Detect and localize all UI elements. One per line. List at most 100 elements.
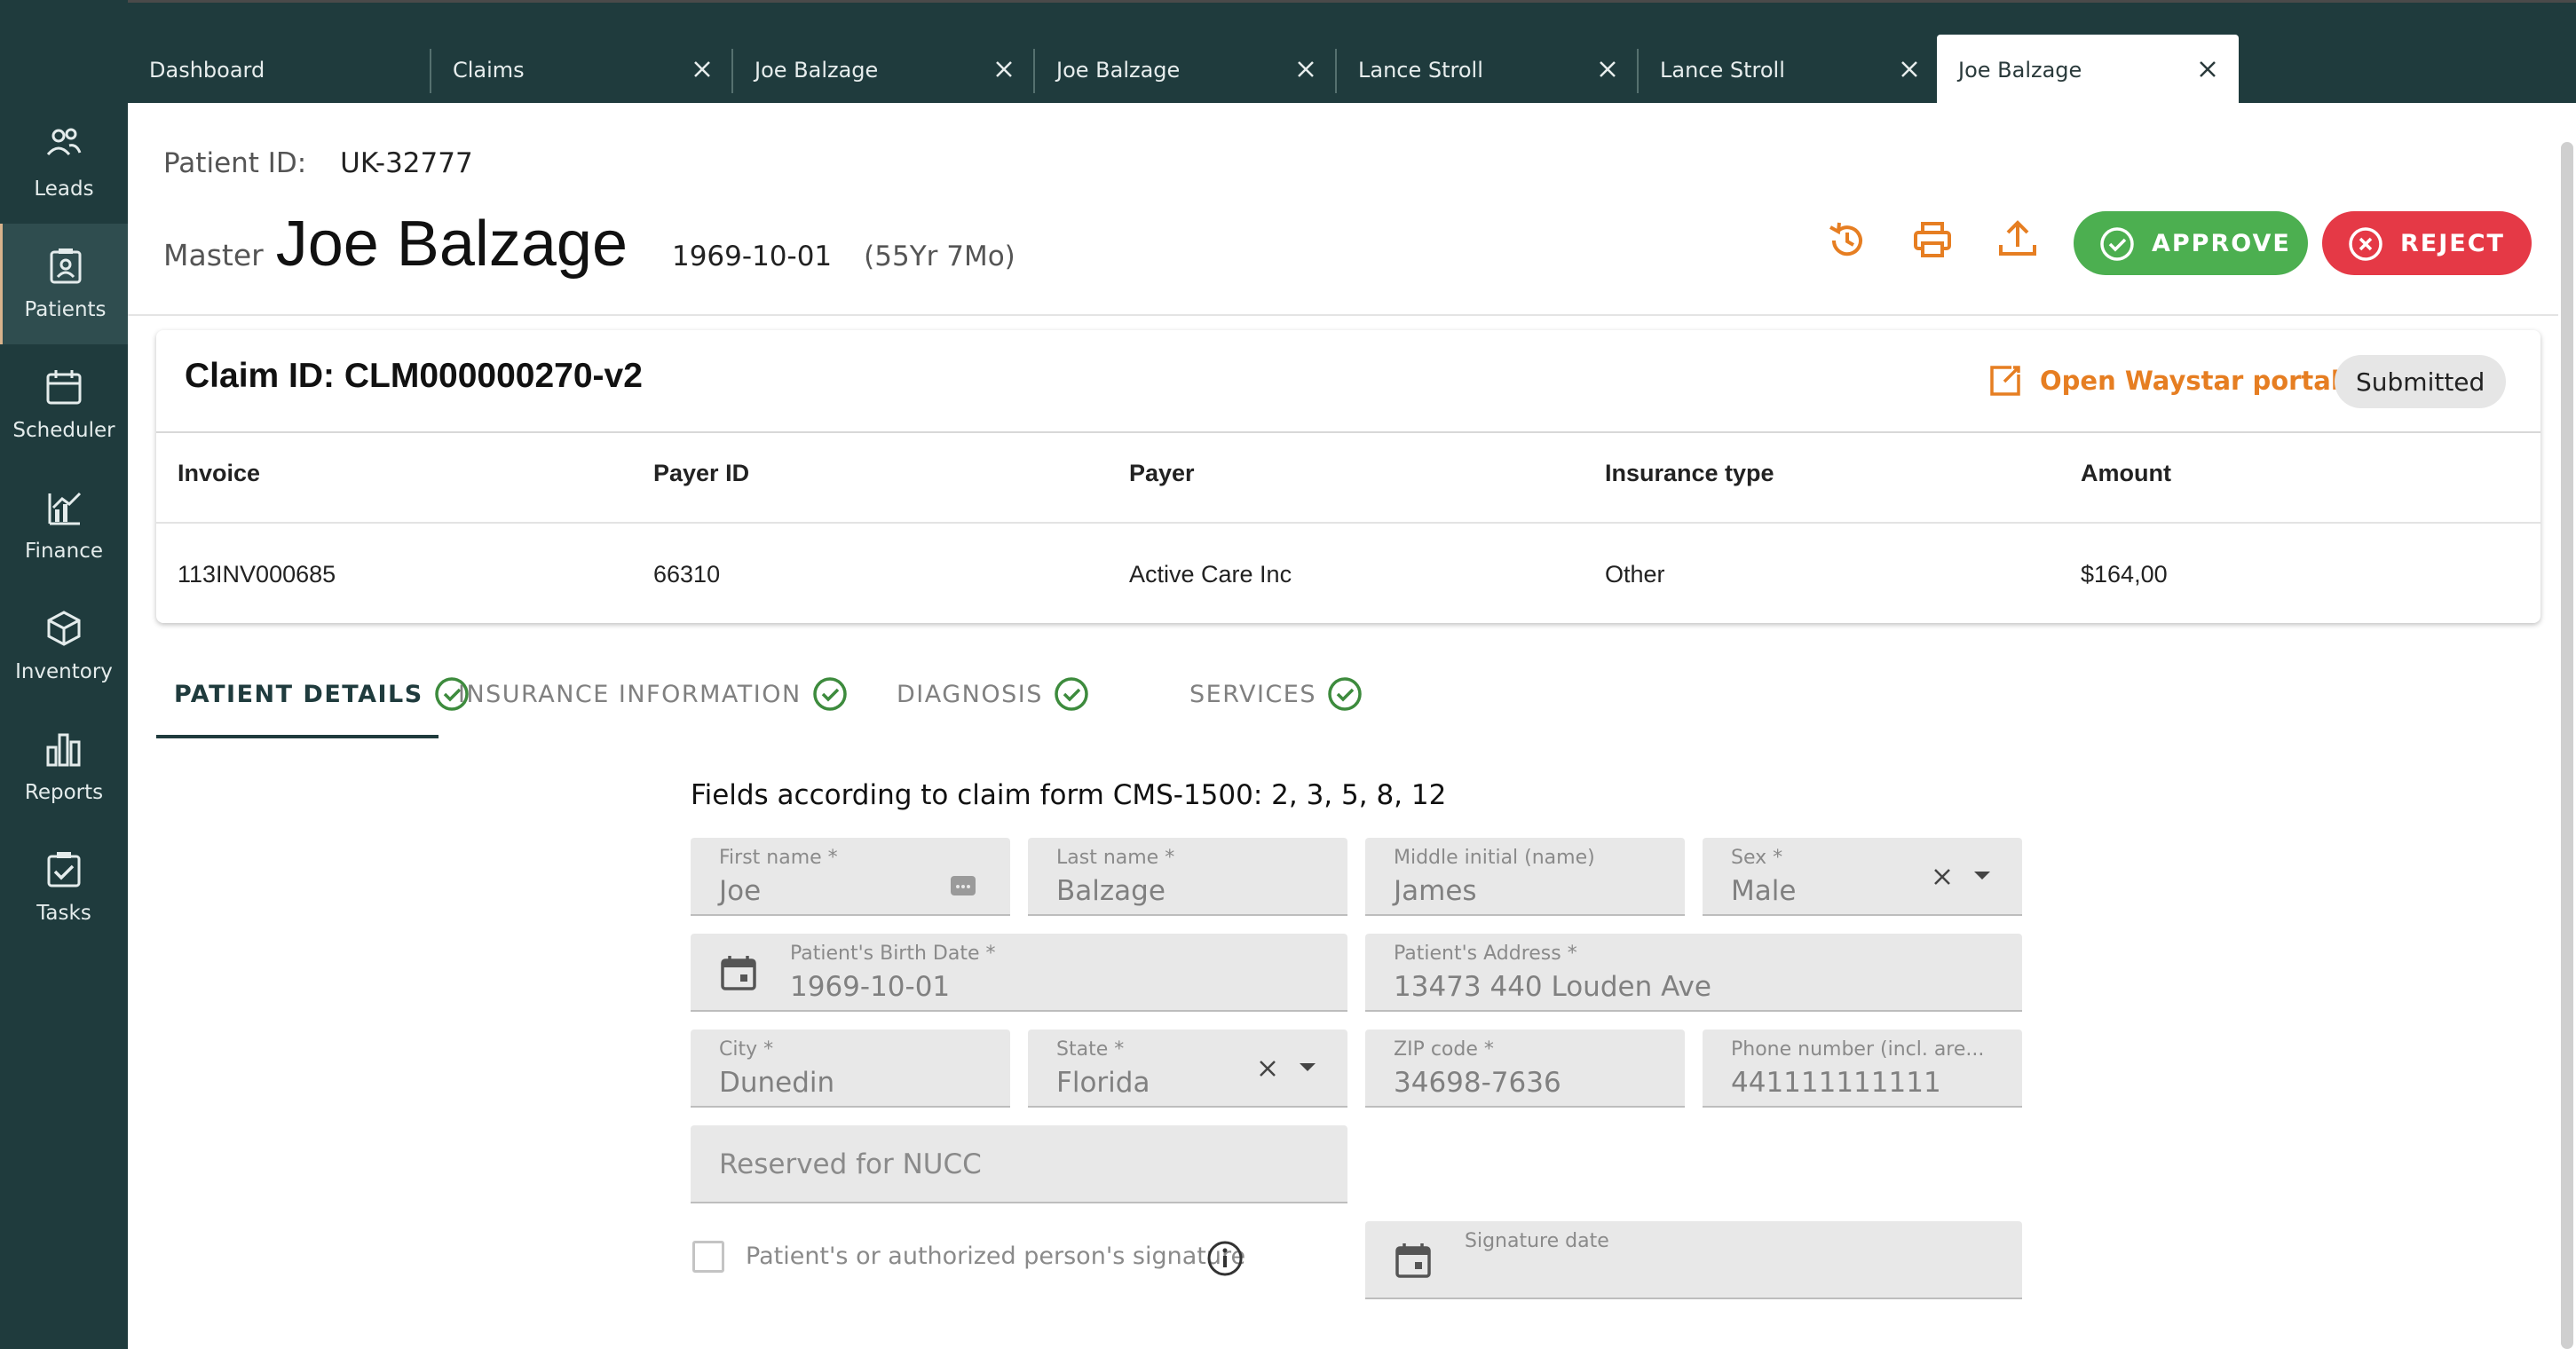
cancel-circle-icon [2349, 227, 2382, 261]
signature-checkbox[interactable] [692, 1241, 724, 1273]
upload-icon[interactable] [1995, 217, 2040, 261]
column-header-payer-id: Payer ID [653, 460, 750, 486]
approve-button[interactable]: APPROVE [2074, 211, 2308, 275]
close-icon[interactable] [991, 56, 1017, 83]
city-field[interactable]: City * Dunedin [691, 1030, 1010, 1108]
info-icon[interactable] [1205, 1239, 1245, 1278]
scrollbar-thumb[interactable] [2561, 142, 2573, 1349]
approve-label: APPROVE [2152, 229, 2291, 257]
birth-date-label: Patient's Birth Date * [790, 943, 996, 965]
print-icon[interactable] [1910, 218, 1955, 263]
tab-label: Claims [453, 58, 525, 83]
scrollbar-track[interactable] [2558, 103, 2576, 1349]
active-tab-indicator [156, 735, 439, 738]
clear-icon[interactable] [1255, 1056, 1280, 1081]
close-icon[interactable] [1594, 56, 1621, 83]
claim-id: Claim ID: CLM000000270-v2 [185, 357, 643, 395]
history-icon[interactable] [1825, 218, 1869, 263]
sidebar-item-scheduler[interactable]: Scheduler [0, 344, 128, 465]
people-icon [46, 128, 82, 156]
sidebar-item-reports[interactable]: Reports [0, 706, 128, 827]
sidebar-item-leads[interactable]: Leads [0, 103, 128, 224]
reject-button[interactable]: REJECT [2322, 211, 2532, 275]
check-circle-icon [2100, 227, 2134, 261]
column-header-amount: Amount [2081, 460, 2171, 486]
zip-code-value: 34698-7636 [1394, 1067, 1561, 1099]
address-field[interactable]: Patient's Address * 13473 440 Louden Ave [1365, 934, 2022, 1012]
first-name-field[interactable]: First name * Joe [691, 838, 1010, 916]
status-badge: Submitted [2335, 355, 2507, 408]
tab-joe-balzage-1[interactable]: Joe Balzage [733, 35, 1035, 104]
phone-number-field[interactable]: Phone number (incl. are... 441111111111 [1703, 1030, 2022, 1108]
clear-icon[interactable] [1930, 864, 1955, 889]
close-icon[interactable] [1292, 56, 1319, 83]
card-divider [156, 431, 2540, 433]
section-tab-services[interactable]: SERVICES [1189, 674, 1364, 714]
tab-label: Dashboard [149, 58, 265, 83]
sidebar-item-patients[interactable]: Patients [0, 224, 128, 344]
middle-initial-field[interactable]: Middle initial (name) James [1365, 838, 1685, 916]
patient-birth-date: 1969-10-01 [671, 241, 833, 272]
address-label: Patient's Address * [1394, 943, 1577, 965]
state-select[interactable]: State * Florida [1028, 1030, 1347, 1108]
sidebar-item-label: Reports [24, 781, 104, 804]
open-waystar-portal-label: Open Waystar portal [2040, 366, 2340, 396]
tab-joe-balzage-2[interactable]: Joe Balzage [1035, 35, 1337, 104]
tab-label: Lance Stroll [1358, 58, 1483, 83]
tab-lance-stroll-2[interactable]: Lance Stroll [1639, 35, 1940, 104]
patient-id-label: Patient ID: [163, 147, 307, 179]
cell-insurance-type: Other [1605, 561, 1665, 588]
signature-checkbox-label: Patient's or authorized person's signatu… [746, 1242, 1246, 1270]
tab-lance-stroll-1[interactable]: Lance Stroll [1337, 35, 1639, 104]
claim-card: Claim ID: CLM000000270-v2 Open Waystar p… [156, 330, 2540, 623]
middle-initial-label: Middle initial (name) [1394, 847, 1595, 869]
patient-id-value: UK-32777 [340, 147, 473, 179]
calendar-icon[interactable] [719, 953, 758, 992]
zip-code-field[interactable]: ZIP code * 34698-7636 [1365, 1030, 1685, 1108]
tab-insurance-information-label: INSURANCE INFORMATION [458, 680, 802, 708]
signature-date-field[interactable]: Signature date [1365, 1221, 2022, 1299]
open-external-icon [1990, 366, 2020, 396]
header-divider [128, 314, 2558, 316]
patient-card-icon [50, 248, 81, 284]
open-waystar-portal-link[interactable]: Open Waystar portal [1987, 362, 2340, 399]
state-value: Florida [1056, 1067, 1150, 1099]
chevron-down-icon[interactable] [1972, 870, 1992, 882]
last-name-field[interactable]: Last name * Balzage [1028, 838, 1347, 916]
section-tab-patient-details[interactable]: PATIENT DETAILS [174, 674, 471, 714]
sidebar-item-finance[interactable]: Finance [0, 465, 128, 586]
box-icon [47, 611, 81, 646]
chevron-down-icon[interactable] [1298, 1061, 1317, 1074]
phone-number-value: 441111111111 [1731, 1067, 1941, 1099]
close-icon[interactable] [2194, 56, 2221, 83]
sidebar-item-label: Scheduler [12, 419, 115, 442]
calendar-icon[interactable] [1394, 1241, 1433, 1280]
sidebar-item-label: Finance [25, 540, 103, 563]
checkbox-icon [47, 852, 81, 888]
city-label: City * [719, 1038, 774, 1061]
column-header-payer: Payer [1129, 460, 1195, 486]
tab-claims[interactable]: Claims [431, 35, 733, 104]
tab-services-label: SERVICES [1189, 680, 1316, 708]
form-heading: Fields according to claim form CMS-1500:… [691, 779, 1447, 811]
section-tab-insurance-information[interactable]: INSURANCE INFORMATION [458, 674, 849, 714]
table-divider [156, 522, 2540, 524]
tab-dashboard[interactable]: Dashboard [128, 35, 431, 104]
tab-label: Lance Stroll [1660, 58, 1785, 83]
sidebar-item-inventory[interactable]: Inventory [0, 586, 128, 706]
close-icon[interactable] [689, 56, 715, 83]
birth-date-field[interactable]: Patient's Birth Date * 1969-10-01 [691, 934, 1347, 1012]
signature-date-label: Signature date [1465, 1230, 1609, 1252]
reserved-for-nucc-field[interactable]: Reserved for NUCC [691, 1125, 1347, 1203]
section-tab-diagnosis[interactable]: DIAGNOSIS [897, 674, 1091, 714]
last-name-label: Last name * [1056, 847, 1175, 869]
tab-joe-balzage-active[interactable]: Joe Balzage [1937, 35, 2239, 104]
sex-select[interactable]: Sex * Male [1703, 838, 2022, 916]
check-circle-icon [1328, 677, 1362, 711]
main-content: Patient ID: UK-32777 Master Joe Balzage … [128, 103, 2558, 1349]
sidebar-item-tasks[interactable]: Tasks [0, 827, 128, 948]
check-circle-icon [812, 677, 847, 711]
keyboard-icon[interactable] [950, 875, 976, 896]
close-icon[interactable] [1896, 56, 1923, 83]
bar-chart-icon [46, 733, 81, 767]
